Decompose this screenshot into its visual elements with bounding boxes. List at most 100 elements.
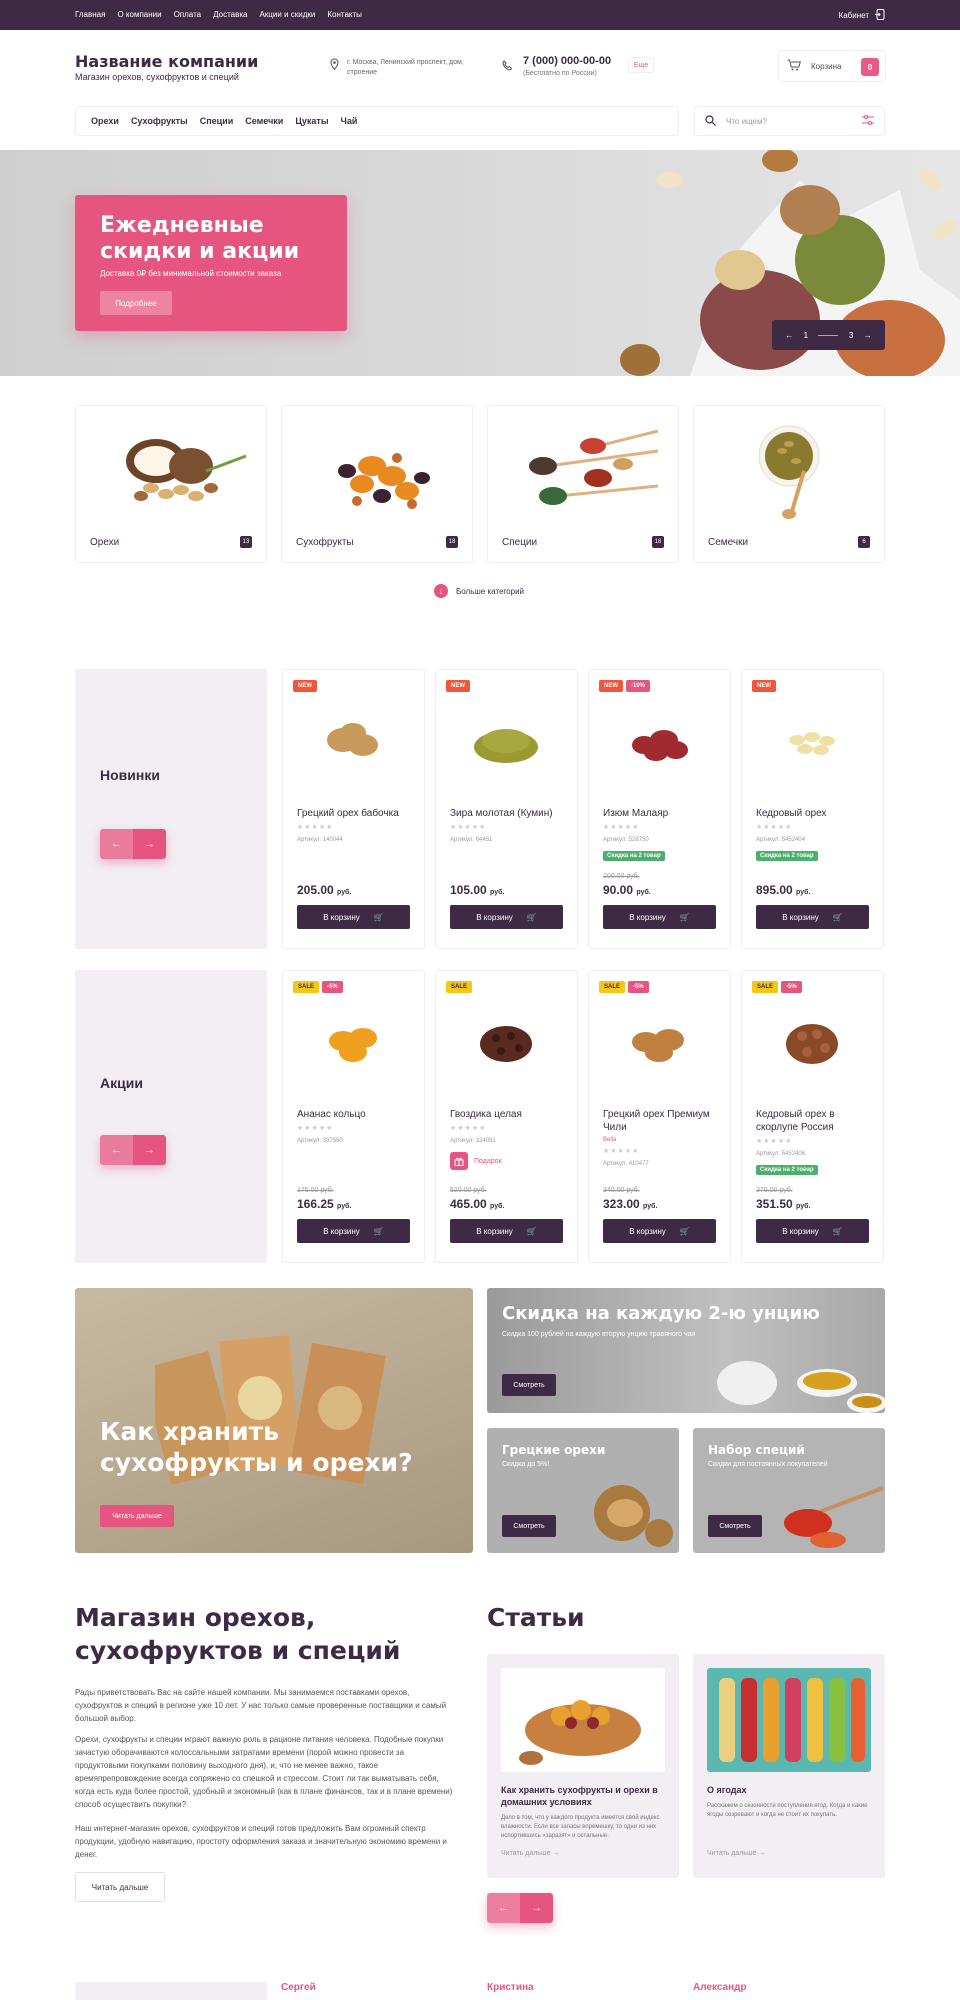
about-title: Магазин орехов, сухофруктов и специй xyxy=(75,1603,401,1665)
nuts-image xyxy=(126,439,247,501)
category-card-dried-fruits[interactable]: Сухофрукты 18 xyxy=(281,405,473,563)
product-name[interactable]: Грецкий орех Премиум Чили xyxy=(603,1108,721,1134)
arrow-right-icon[interactable]: → xyxy=(133,1135,166,1165)
arrow-right-icon[interactable]: → xyxy=(133,829,166,859)
top-nav-contacts[interactable]: Контакты xyxy=(327,10,362,19)
company-tagline: Магазин орехов, сухофруктов и специй xyxy=(75,72,239,82)
add-to-cart-button[interactable]: В корзину 🛒 xyxy=(756,905,869,929)
deal-badge: Скидка на 2 товар xyxy=(603,851,665,861)
article-read-more-link[interactable]: Читать дальше → xyxy=(501,1850,559,1857)
address-block: г. Москва, Ленинский проспект, дом, стро… xyxy=(330,58,480,78)
deal-badge: Скидка на 2 товар xyxy=(756,1165,818,1175)
cabinet-link[interactable]: Кабинет xyxy=(839,9,885,22)
product-card[interactable]: SALE Гвоздика целая ★★★★★ Артикул: 32405… xyxy=(435,970,578,1263)
promo-spices[interactable]: Набор специй Скидки для постоянных покуп… xyxy=(693,1428,885,1553)
badges: NEW xyxy=(446,680,470,692)
add-to-cart-button[interactable]: В корзину 🛒 xyxy=(603,1219,716,1243)
product-brand[interactable]: Bella xyxy=(603,1137,616,1143)
view-button[interactable]: Смотреть xyxy=(502,1515,556,1537)
top-nav-promos[interactable]: Акции и скидки xyxy=(259,10,315,19)
product-name[interactable]: Ананас кольцо xyxy=(297,1108,415,1121)
arrow-left-icon[interactable]: ← xyxy=(785,331,793,340)
arrow-right-icon[interactable]: → xyxy=(864,331,872,340)
promo-tea[interactable]: Скидка на каждую 2-ю унцию Скидка 100 ру… xyxy=(487,1288,885,1413)
top-nav-payment[interactable]: Оплата xyxy=(174,10,202,19)
product-card[interactable]: NEW -10% Изюм Малаяр ★★★★★ Артикул: 5287… xyxy=(588,669,731,949)
product-name[interactable]: Гвоздика целая xyxy=(450,1108,568,1121)
top-nav-delivery[interactable]: Доставка xyxy=(213,10,247,19)
section-arrows: ← → xyxy=(100,1135,166,1165)
promo-storage[interactable]: Как хранить сухофрукты и орехи? Читать д… xyxy=(75,1288,473,1553)
add-to-cart-button[interactable]: В корзину 🛒 xyxy=(756,1219,869,1243)
old-price: 370.00 руб. xyxy=(756,1187,793,1194)
menu-item-candied[interactable]: Цукаты xyxy=(295,116,328,126)
menu-item-dried-fruits[interactable]: Сухофрукты xyxy=(131,116,188,126)
product-name[interactable]: Изюм Малаяр xyxy=(603,807,721,820)
product-name[interactable]: Зира молотая (Кумин) xyxy=(450,807,568,820)
article-title[interactable]: Как хранить сухофрукты и орехи в домашни… xyxy=(501,1784,665,1808)
article-title[interactable]: О ягодах xyxy=(707,1784,871,1796)
phone-block: 7 (000) 000-00-00 (Бесплатно по России) xyxy=(502,55,611,77)
product-card[interactable]: SALE -5% Кедровый орех в скорлупе Россия… xyxy=(741,970,884,1263)
article-card[interactable]: Как хранить сухофрукты и орехи в домашни… xyxy=(487,1654,679,1878)
menu-item-nuts[interactable]: Орехи xyxy=(91,116,119,126)
cloves-image xyxy=(480,1026,532,1062)
about-read-more-button[interactable]: Читать дальше xyxy=(75,1872,165,1902)
top-nav-home[interactable]: Главная xyxy=(75,10,105,19)
product-name[interactable]: Кедровый орех в скорлупе Россия xyxy=(756,1108,874,1134)
add-to-cart-button[interactable]: В корзину 🛒 xyxy=(603,905,716,929)
rating-stars: ★★★★★ xyxy=(603,1148,640,1155)
badge-discount: -5% xyxy=(781,981,802,993)
more-categories-button[interactable]: ↓ Больше категорий xyxy=(434,584,524,598)
promo-title: Грецкие орехи xyxy=(502,1443,606,1457)
category-card-seeds[interactable]: Семечки 6 xyxy=(693,405,885,563)
hero-nuts-image xyxy=(620,150,960,376)
cart-button[interactable]: Корзина 0 xyxy=(778,50,886,82)
more-phones-button[interactable]: Еще xyxy=(628,57,654,73)
view-button[interactable]: Смотреть xyxy=(502,1374,556,1396)
search-input[interactable]: Что ищем? xyxy=(726,117,852,126)
add-to-cart-button[interactable]: В корзину 🛒 xyxy=(450,1219,563,1243)
rating-stars: ★★★★★ xyxy=(297,1125,334,1132)
map-pin-icon xyxy=(330,58,339,78)
read-more-button[interactable]: Читать дальше xyxy=(100,1505,174,1527)
arrow-left-icon[interactable]: ← xyxy=(100,1135,133,1165)
add-to-cart-button[interactable]: В корзину 🛒 xyxy=(297,1219,410,1243)
category-card-spices[interactable]: Специи 18 xyxy=(487,405,679,563)
add-to-cart-button[interactable]: В корзину 🛒 xyxy=(297,905,410,929)
tea-image xyxy=(717,1361,885,1413)
product-card[interactable]: SALE -5% Ананас кольцо ★★★★★ Артикул: 33… xyxy=(282,970,425,1263)
arrow-left-icon[interactable]: ← xyxy=(487,1893,520,1923)
category-count: 18 xyxy=(446,536,458,548)
product-card[interactable]: NEW Грецкий орех бабочка ★★★★★ Артикул: … xyxy=(282,669,425,949)
product-sku: Артикул: 410477 xyxy=(603,1161,649,1167)
articles-title: Статьи xyxy=(487,1603,585,1632)
rating-stars: ★★★★★ xyxy=(450,824,487,831)
menu-item-spices[interactable]: Специи xyxy=(200,116,234,126)
cabinet-label: Кабинет xyxy=(838,11,869,20)
arrow-left-icon[interactable]: ← xyxy=(100,829,133,859)
article-read-more-link[interactable]: Читать дальше → xyxy=(707,1850,765,1857)
product-name[interactable]: Кедровый орех xyxy=(756,807,874,820)
top-nav-about[interactable]: О компании xyxy=(117,10,161,19)
phone-note: (Бесплатно по России) xyxy=(523,70,597,77)
view-button[interactable]: Смотреть xyxy=(708,1515,762,1537)
add-to-cart-button[interactable]: В корзину 🛒 xyxy=(450,905,563,929)
product-sku: Артикул: 140044 xyxy=(297,837,343,843)
company-name[interactable]: Название компании xyxy=(75,52,258,71)
menu-item-seeds[interactable]: Семечки xyxy=(245,116,283,126)
arrow-right-icon[interactable]: → xyxy=(520,1893,553,1923)
menu-item-tea[interactable]: Чай xyxy=(341,116,358,126)
kraft-bags-image xyxy=(155,1335,386,1486)
filter-icon[interactable] xyxy=(862,115,874,127)
product-card[interactable]: NEW Зира молотая (Кумин) ★★★★★ Артикул: … xyxy=(435,669,578,949)
article-card[interactable]: О ягодах Расскажем о сезонности поступле… xyxy=(693,1654,885,1878)
search-box[interactable]: Что ищем? xyxy=(694,106,885,136)
promo-walnuts[interactable]: Грецкие орехи Скидка до 5%! Смотреть xyxy=(487,1428,679,1553)
product-name[interactable]: Грецкий орех бабочка xyxy=(297,807,415,820)
phone-number[interactable]: 7 (000) 000-00-00 xyxy=(523,55,611,67)
hero-details-button[interactable]: Подробнее xyxy=(100,291,172,315)
category-card-nuts[interactable]: Орехи 13 xyxy=(75,405,267,563)
product-card[interactable]: NEW Кедровый орех ★★★★★ Артикул: 5452404… xyxy=(741,669,884,949)
product-card[interactable]: SALE -5% Грецкий орех Премиум Чили Bella… xyxy=(588,970,731,1263)
